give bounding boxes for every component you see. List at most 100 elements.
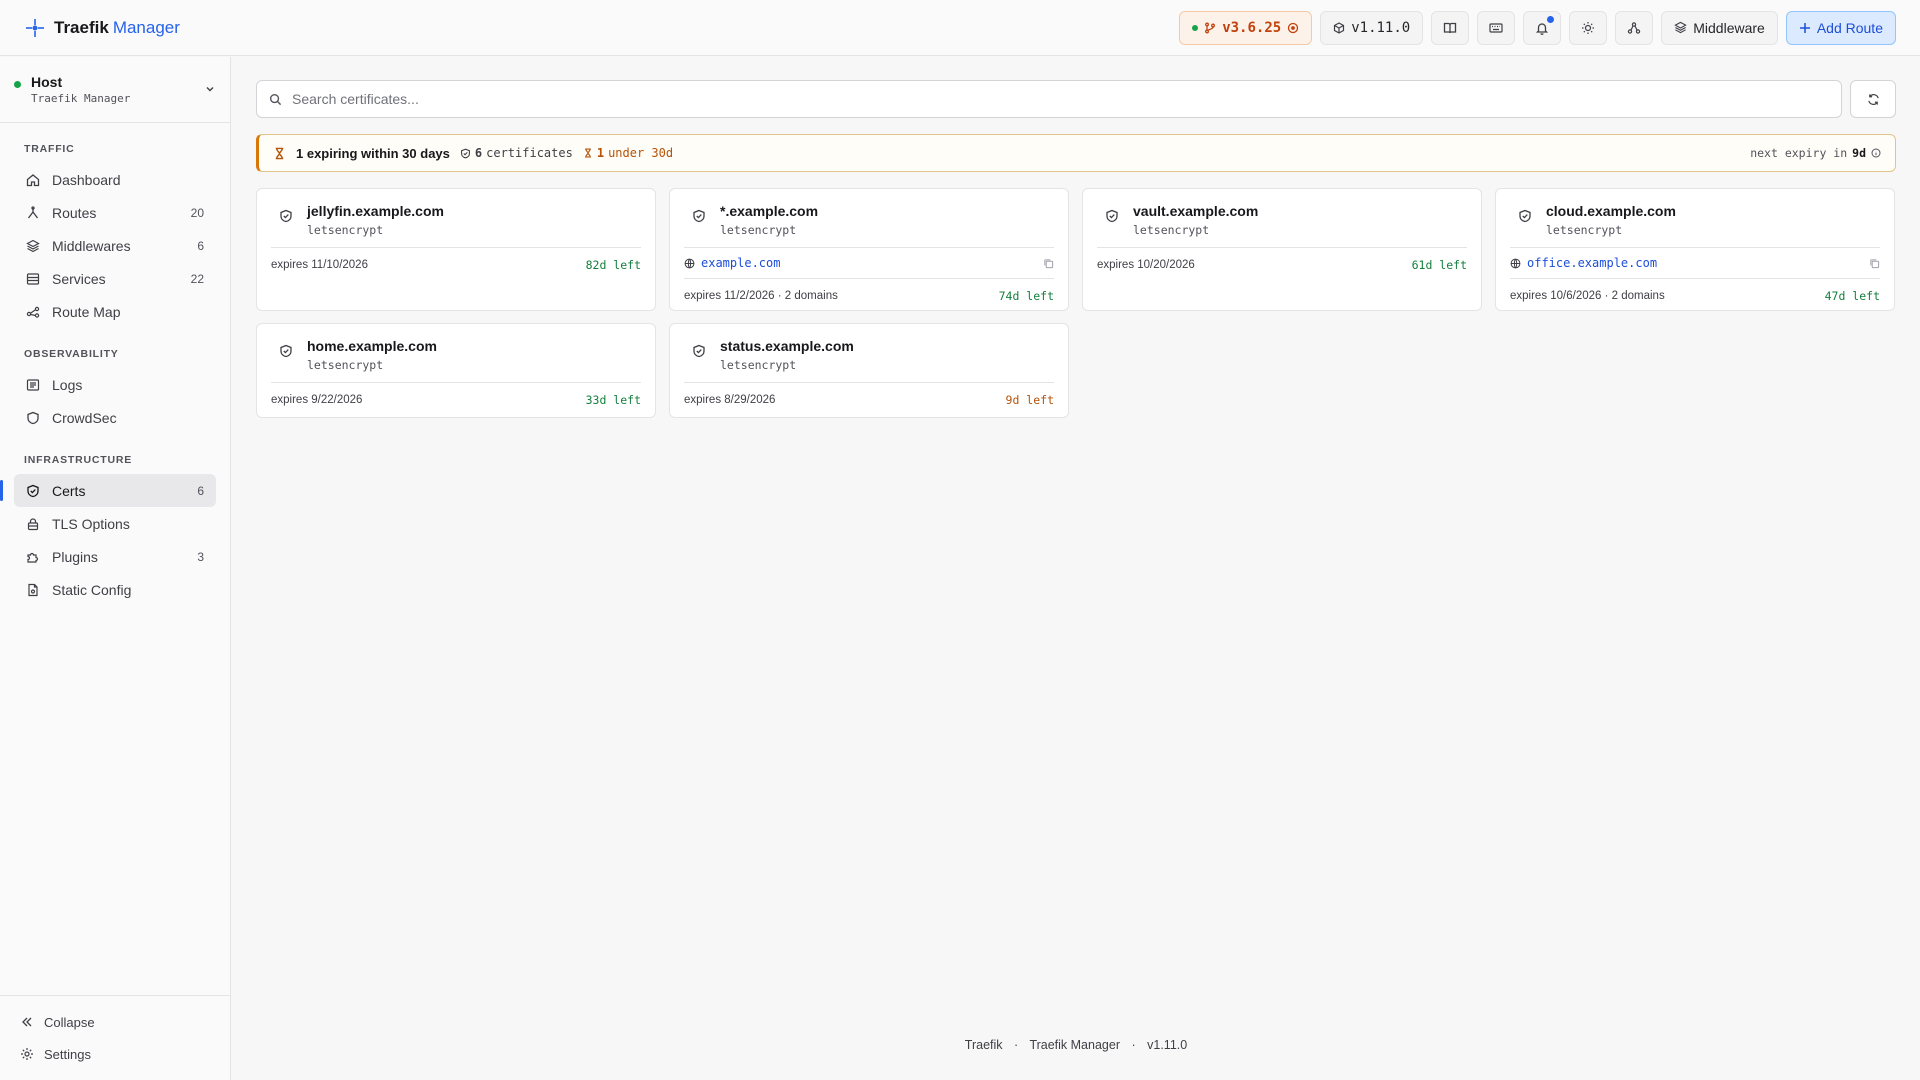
cert-card[interactable]: vault.example.com letsencrypt expires 10… [1082, 188, 1482, 311]
refresh-button[interactable] [1850, 80, 1896, 118]
sun-icon [1582, 21, 1595, 34]
shield-check-icon [280, 344, 292, 358]
cert-days-left: 33d left [585, 393, 641, 407]
settings-label: Settings [44, 1046, 91, 1062]
page-footer: Traefik · Traefik Manager · v1.11.0 [232, 1038, 1920, 1052]
cert-domain-row: example.com [684, 248, 1054, 276]
sidebar-item-label: Logs [52, 376, 83, 393]
search-box[interactable] [256, 80, 1842, 118]
cert-card[interactable]: home.example.com letsencrypt expires 9/2… [256, 323, 656, 418]
cert-domain-row: office.example.com [1510, 248, 1880, 276]
section-title-traffic: TRAFFIC [24, 143, 75, 155]
cert-name: home.example.com [307, 338, 437, 354]
shield-check-icon [693, 209, 705, 223]
sidebar-item-tls-options[interactable]: TLS Options [14, 507, 216, 540]
layers-icon [26, 239, 40, 252]
sidebar-item-middlewares[interactable]: Middlewares 6 [14, 229, 216, 262]
traefik-version: v3.6.25 [1222, 19, 1282, 36]
cert-card[interactable]: cloud.example.com letsencrypt office.exa… [1495, 188, 1895, 311]
footer-separator: · [1014, 1038, 1019, 1052]
cert-domain-link[interactable]: example.com [701, 256, 780, 270]
app-name-primary: Traefik [54, 17, 109, 37]
traefik-version-button[interactable]: v3.6.25 [1179, 10, 1313, 45]
add-route-button[interactable]: Add Route [1785, 10, 1896, 45]
banner-under-count: 1 under 30d [583, 146, 673, 160]
keyboard-icon [1489, 22, 1503, 33]
settings-button[interactable]: Settings [0, 1038, 230, 1070]
cert-card[interactable]: status.example.com letsencrypt expires 8… [669, 323, 1069, 418]
cert-count-value: 6 [474, 146, 483, 160]
next-expiry: next expiry in 9d [1750, 146, 1881, 160]
under-count-label: under 30d [608, 146, 674, 160]
cert-domain-link[interactable]: office.example.com [1527, 256, 1657, 270]
cert-card[interactable]: jellyfin.example.com letsencrypt expires… [256, 188, 656, 311]
chevrons-left-icon [22, 1017, 32, 1027]
cert-icon-wrap [692, 344, 706, 361]
sidebar-item-dashboard[interactable]: Dashboard [14, 163, 216, 196]
sidebar-item-count: 6 [197, 238, 204, 253]
cert-expires: expires 8/29/2026 [684, 394, 776, 406]
banner-title: 1 expiring within 30 days [296, 145, 450, 161]
book-icon [1444, 22, 1457, 33]
route-icon [27, 205, 39, 218]
cert-issuer: letsencrypt [307, 223, 384, 237]
middleware-button[interactable]: Middleware [1661, 10, 1778, 45]
sidebar-item-label: CrowdSec [52, 409, 117, 426]
refresh-icon [1867, 93, 1879, 105]
search-input[interactable] [292, 91, 1829, 107]
sidebar-item-label: TLS Options [52, 515, 130, 532]
manager-version: v1.11.0 [1351, 19, 1411, 36]
layers-icon [1674, 21, 1688, 34]
lock-icon [27, 517, 39, 530]
manager-version-button[interactable]: v1.11.0 [1320, 10, 1424, 45]
cert-icon-wrap [279, 209, 293, 226]
sidebar-item-certs[interactable]: Certs 6 [0, 474, 216, 507]
sidebar-item-route-map[interactable]: Route Map [14, 295, 216, 328]
cert-days-left: 61d left [1411, 258, 1467, 272]
sidebar-item-label: Dashboard [52, 171, 121, 188]
log-list-icon [26, 378, 40, 391]
info-icon[interactable] [1871, 148, 1881, 158]
sidebar-item-static-config[interactable]: Static Config [14, 573, 216, 606]
notification-dot-icon [1547, 15, 1555, 23]
notifications-button[interactable] [1523, 10, 1562, 45]
host-selector[interactable]: Host Traefik Manager [0, 57, 230, 123]
cert-icon-wrap [279, 344, 293, 361]
section-title-observability: OBSERVABILITY [24, 348, 119, 360]
shield-check-icon [460, 148, 470, 158]
sidebar-item-label: Static Config [52, 581, 132, 598]
app-brand[interactable]: Traefik Manager [24, 17, 180, 39]
copy-icon[interactable] [1869, 258, 1880, 269]
shield-icon [27, 411, 39, 424]
footer-text-a: Traefik [964, 1038, 1003, 1052]
add-route-label: Add Route [1816, 19, 1883, 36]
top-bar: Traefik Manager v3.6.25 v1.11.0 Middlewa… [0, 0, 1920, 56]
cert-days-left: 9d left [1005, 393, 1054, 407]
cert-expires: expires 11/10/2026 [271, 259, 368, 271]
network-icon [1628, 21, 1641, 34]
cert-days-left: 82d left [585, 258, 641, 272]
app-name-secondary: Manager [112, 17, 180, 37]
cert-card[interactable]: *.example.com letsencrypt example.com ex… [669, 188, 1069, 311]
expiry-banner: 1 expiring within 30 days 6 certificates… [256, 134, 1896, 172]
sidebar-item-count: 20 [190, 205, 204, 220]
footer-separator: · [1131, 1038, 1136, 1052]
topology-button[interactable] [1615, 10, 1654, 45]
footer-text-c: v1.11.0 [1147, 1038, 1188, 1052]
collapse-button[interactable]: Collapse [0, 1006, 230, 1038]
sidebar-item-services[interactable]: Services 22 [14, 262, 216, 295]
docs-button[interactable] [1431, 10, 1470, 45]
gear-icon [21, 1048, 33, 1060]
sidebar-item-plugins[interactable]: Plugins 3 [14, 540, 216, 573]
file-settings-icon [28, 583, 38, 596]
copy-icon[interactable] [1043, 258, 1054, 269]
cert-count-label: certificates [486, 146, 573, 160]
theme-toggle-button[interactable] [1569, 10, 1608, 45]
middleware-button-label: Middleware [1693, 19, 1765, 36]
sidebar-item-crowdsec[interactable]: CrowdSec [14, 401, 216, 434]
footer-text-b: Traefik Manager [1029, 1038, 1120, 1052]
keyboard-button[interactable] [1477, 10, 1516, 45]
sidebar-item-routes[interactable]: Routes 20 [14, 196, 216, 229]
home-icon [26, 173, 40, 186]
sidebar-item-logs[interactable]: Logs [14, 368, 216, 401]
